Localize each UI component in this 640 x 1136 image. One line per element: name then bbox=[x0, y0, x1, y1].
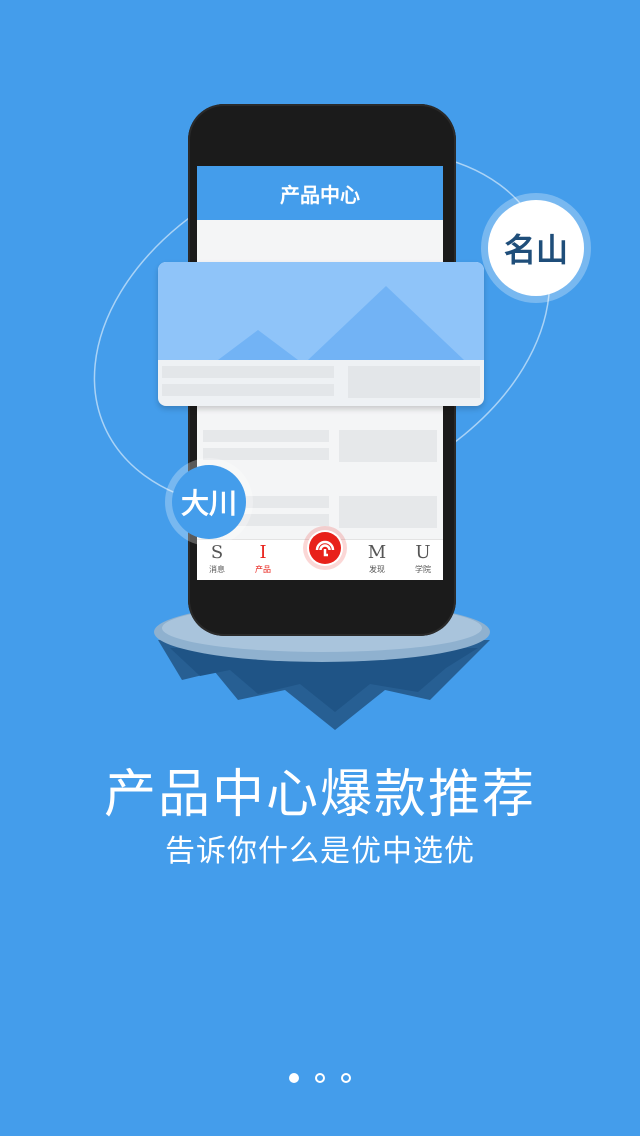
onboarding-slide: 产品中心 S 消息 I 产品 M 发现 U 学院 名山 大川 产品中心爆款推荐 … bbox=[0, 0, 640, 1136]
floating-product-card bbox=[158, 262, 484, 406]
bottom-tab-bar: S 消息 I 产品 M 发现 U 学院 bbox=[197, 526, 443, 580]
screen-title: 产品中心 bbox=[197, 166, 443, 220]
bubble-river: 大川 bbox=[172, 465, 246, 539]
tab-messages[interactable]: S 消息 bbox=[199, 544, 235, 575]
tab-glyph: U bbox=[415, 542, 431, 563]
tab-label: 消息 bbox=[209, 565, 225, 574]
tab-label: 发现 bbox=[369, 565, 385, 574]
page-dot-1[interactable] bbox=[289, 1073, 299, 1083]
page-dot-2[interactable] bbox=[315, 1073, 325, 1083]
image-placeholder-icon bbox=[158, 262, 484, 360]
page-indicator[interactable] bbox=[0, 1073, 640, 1083]
umbrella-signal-icon bbox=[309, 532, 341, 564]
tab-label: 学院 bbox=[415, 565, 431, 574]
tab-academy[interactable]: U 学院 bbox=[405, 544, 441, 575]
tab-label: 产品 bbox=[255, 565, 271, 574]
tab-glyph: M bbox=[367, 542, 387, 563]
tab-center-button[interactable] bbox=[303, 526, 347, 570]
tab-glyph: I bbox=[259, 542, 267, 563]
tab-products[interactable]: I 产品 bbox=[245, 544, 281, 575]
bubble-mountain: 名山 bbox=[488, 200, 584, 296]
tab-discover[interactable]: M 发现 bbox=[359, 544, 395, 575]
page-dot-3[interactable] bbox=[341, 1073, 351, 1083]
headline: 产品中心爆款推荐 bbox=[103, 765, 536, 825]
subheadline: 告诉你什么是优中选优 bbox=[165, 834, 475, 869]
tab-glyph: S bbox=[210, 542, 224, 563]
